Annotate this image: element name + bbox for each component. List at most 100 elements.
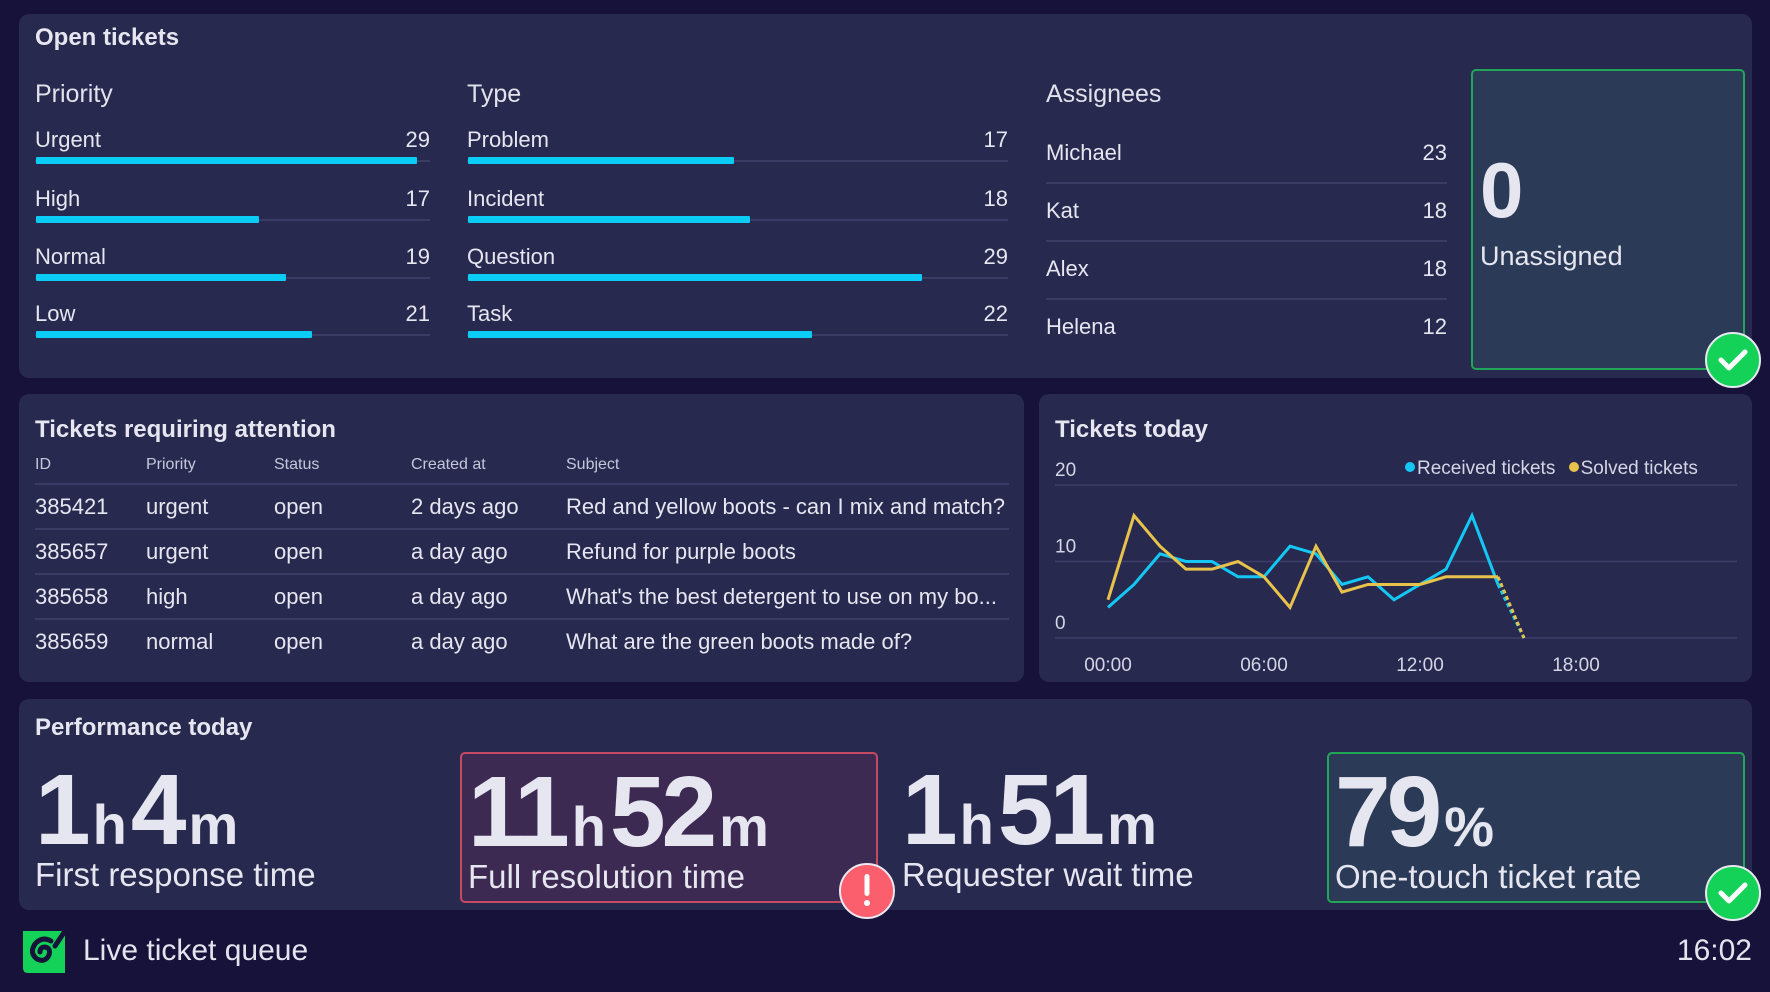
table-row[interactable]: 385658 high open a day ago What's the be… bbox=[35, 574, 1009, 620]
assignee-row-alex[interactable]: Alex 18 bbox=[1046, 242, 1447, 300]
priority-row-normal[interactable]: Normal 19 bbox=[35, 244, 430, 284]
ticket-status: open bbox=[274, 529, 411, 575]
metric-unit: h bbox=[959, 793, 994, 856]
column-header-created-at: Created at bbox=[411, 446, 566, 485]
metric-minutes: 4 bbox=[130, 754, 187, 866]
metric-value: 1 h4 m bbox=[35, 760, 242, 860]
bar-fill bbox=[36, 157, 417, 164]
metric-minutes: 51 bbox=[997, 754, 1105, 866]
ticket-status: open bbox=[274, 484, 411, 530]
app-logo-icon bbox=[20, 928, 68, 976]
unassigned-label: Unassigned bbox=[1480, 241, 1623, 271]
assignee-name: Kat bbox=[1046, 198, 1080, 223]
table-row[interactable]: 385421 urgent open 2 days ago Red and ye… bbox=[35, 484, 1009, 530]
bar-fill bbox=[468, 157, 735, 164]
ticket-created-at: a day ago bbox=[411, 529, 566, 575]
metric-unit: m bbox=[1107, 793, 1157, 856]
bar-label: Urgent bbox=[35, 127, 102, 152]
bar-value: 17 bbox=[983, 127, 1008, 152]
bar-value: 17 bbox=[405, 186, 430, 211]
ticket-id: 385658 bbox=[35, 574, 146, 620]
grid-layer bbox=[1055, 484, 1737, 639]
x-axis-ticks: 00:00 06:00 12:00 18:00 bbox=[1084, 655, 1600, 676]
tickets-table: ID Priority Status Created at Subject 38… bbox=[35, 446, 1009, 664]
priority-row-low[interactable]: Low 21 bbox=[35, 301, 430, 341]
unassigned-count: 0 bbox=[1480, 146, 1524, 234]
ticket-status: open bbox=[274, 629, 323, 654]
table-row[interactable]: 385657 urgent open a day ago Refund for … bbox=[35, 529, 1009, 575]
ticket-status: open bbox=[274, 574, 411, 620]
bar-value: 29 bbox=[983, 244, 1008, 269]
metric-unit: m bbox=[188, 793, 239, 856]
bar-label: Problem bbox=[467, 127, 549, 152]
metric-one-touch-ticket-rate[interactable]: 79% One-touch ticket rate bbox=[1327, 752, 1745, 903]
type-title: Type bbox=[467, 80, 522, 108]
column-header-priority: Priority bbox=[146, 446, 274, 485]
tickets-requiring-attention-panel: Tickets requiring attention ID Priority … bbox=[19, 394, 1024, 682]
bar-label: Task bbox=[467, 301, 513, 326]
priority-title: Priority bbox=[35, 80, 113, 108]
metric-value: 79% bbox=[1335, 762, 1498, 862]
check-icon bbox=[1705, 332, 1761, 388]
attention-title: Tickets requiring attention bbox=[35, 416, 336, 443]
metric-hours: 1 bbox=[35, 754, 91, 866]
bar-label: Question bbox=[467, 244, 556, 269]
performance-today-panel: Performance today 1 h4 m First response ti… bbox=[19, 699, 1761, 921]
type-row-question[interactable]: Question 29 bbox=[467, 244, 1008, 284]
bar-label: Incident bbox=[467, 186, 545, 211]
x-tick-label: 12:00 bbox=[1396, 655, 1444, 676]
metric-unit: h bbox=[571, 795, 606, 858]
assignee-count: 23 bbox=[1422, 140, 1447, 165]
ticket-priority: urgent bbox=[146, 484, 274, 530]
bar-fill bbox=[36, 331, 312, 338]
bar-value: 22 bbox=[983, 301, 1008, 326]
metric-percent: 79 bbox=[1335, 756, 1442, 868]
ticket-subject: What are the green boots made of? bbox=[566, 629, 913, 654]
metric-unit: % bbox=[1444, 795, 1495, 858]
type-row-incident[interactable]: Incident 18 bbox=[467, 186, 1008, 226]
x-tick-label: 18:00 bbox=[1552, 655, 1600, 676]
metric-requester-wait-time[interactable]: 1 h51 m Requester wait time bbox=[896, 752, 1314, 903]
type-row-task[interactable]: Task 22 bbox=[467, 301, 1008, 341]
bar-value: 18 bbox=[983, 186, 1008, 211]
tickets-today-panel: Tickets today Received tickets Solved ti… bbox=[1039, 394, 1752, 682]
ticket-priority: urgent bbox=[146, 529, 274, 575]
metric-hours: 1 bbox=[902, 754, 958, 866]
ticket-id: 385659 bbox=[35, 629, 109, 654]
ticket-id: 385421 bbox=[35, 484, 146, 530]
series-layer bbox=[1106, 511, 1526, 639]
table-row[interactable]: 385659 normal open a day ago What are th… bbox=[35, 619, 1009, 664]
metric-unit: h bbox=[92, 793, 127, 856]
metric-label: First response time bbox=[35, 856, 316, 893]
priority-row-urgent[interactable]: Urgent 29 bbox=[35, 127, 430, 167]
assignee-row-helena[interactable]: Helena 12 bbox=[1046, 300, 1447, 358]
ticket-created-at: a day ago bbox=[411, 629, 508, 654]
metric-first-response-time[interactable]: 1 h4 m First response time bbox=[29, 752, 447, 903]
bar-fill bbox=[468, 331, 813, 338]
assignee-count: 18 bbox=[1422, 198, 1447, 223]
type-row-problem[interactable]: Problem 17 bbox=[467, 127, 1008, 167]
metric-unit: m bbox=[719, 795, 769, 858]
metric-full-resolution-time[interactable]: 11 h52 m Full resolution time bbox=[460, 752, 878, 903]
open-tickets-title: Open tickets bbox=[35, 24, 180, 51]
ticket-id: 385657 bbox=[35, 529, 146, 575]
check-icon bbox=[1705, 865, 1761, 921]
y-tick-label: 0 bbox=[1055, 613, 1066, 634]
y-tick-label: 10 bbox=[1055, 537, 1076, 558]
table-header-row: ID Priority Status Created at Subject bbox=[35, 446, 1009, 485]
ticket-subject: Refund for purple boots bbox=[566, 529, 1009, 575]
assignee-name: Michael bbox=[1046, 140, 1122, 165]
column-header-subject: Subject bbox=[566, 446, 1009, 485]
ticket-created-at: a day ago bbox=[411, 574, 566, 620]
metric-hours: 11 bbox=[468, 756, 570, 868]
metric-label: Requester wait time bbox=[902, 856, 1194, 893]
y-tick-label: 20 bbox=[1055, 460, 1076, 481]
performance-title: Performance today bbox=[35, 714, 253, 741]
assignee-row-michael[interactable]: Michael 23 bbox=[1046, 126, 1447, 184]
priority-row-high[interactable]: High 17 bbox=[35, 186, 430, 226]
bar-fill bbox=[468, 216, 750, 223]
ticket-subject: What's the best detergent to use on my b… bbox=[566, 574, 1009, 620]
unassigned-card[interactable]: 0 Unassigned bbox=[1471, 69, 1745, 370]
assignee-row-kat[interactable]: Kat 18 bbox=[1046, 184, 1447, 242]
assignee-count: 18 bbox=[1422, 256, 1447, 281]
